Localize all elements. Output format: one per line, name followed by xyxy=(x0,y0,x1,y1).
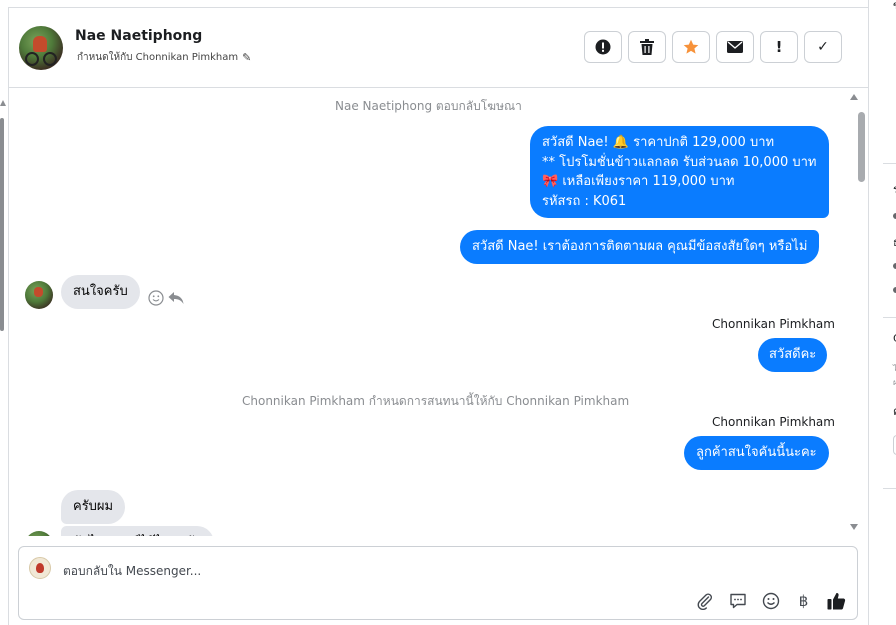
trash-icon xyxy=(640,39,654,55)
avatar-wheel-back xyxy=(43,52,57,66)
checkmark-icon: ✓ xyxy=(817,39,829,55)
paperclip-icon[interactable] xyxy=(694,590,715,611)
system-message: Chonnikan Pimkham กำหนดการสนทนานี้ให้กับ… xyxy=(242,394,630,408)
contact-avatar[interactable] xyxy=(19,26,63,70)
promo-line: รหัสรถ : K061 xyxy=(542,193,627,209)
contact-avatar-small[interactable] xyxy=(25,531,53,536)
delete-button[interactable] xyxy=(628,31,666,63)
alert-circle-icon xyxy=(595,39,611,55)
contact-details-panel: ข ร ธ C ไ ฝ ค xyxy=(868,0,896,625)
left-scroll-up-arrow-icon[interactable] xyxy=(0,100,6,106)
avatar-figure xyxy=(33,36,47,52)
assigned-to-label: กำหนดให้กับ Chonnikan Pimkham xyxy=(77,52,239,63)
envelope-icon xyxy=(727,41,743,53)
sender-name: Chonnikan Pimkham xyxy=(712,317,835,331)
assignment-row[interactable]: กำหนดให้กับ Chonnikan Pimkham ✎ xyxy=(77,50,251,65)
left-scroll-thumb[interactable] xyxy=(0,118,4,331)
conversation-panel: Nae Naetiphong กำหนดให้กับ Chonnikan Pim… xyxy=(8,8,869,625)
conversation-actions: ! ✓ xyxy=(584,31,842,63)
left-scrollbar[interactable] xyxy=(0,100,6,335)
star-button[interactable] xyxy=(672,31,710,63)
message-thread[interactable]: Nae Naetiphong ตอบกลับโฆษณา สวัสดี Nae! … xyxy=(9,89,869,536)
follow-up-button[interactable]: ! xyxy=(760,31,798,63)
reply-arrow-icon[interactable] xyxy=(168,290,184,306)
outgoing-message[interactable]: ลูกค้าสนใจคันนี้นะคะ xyxy=(684,436,829,470)
sender-name: Chonnikan Pimkham xyxy=(712,415,835,429)
star-icon xyxy=(683,39,699,54)
react-emoji-icon[interactable] xyxy=(148,290,164,306)
speech-bubble-icon[interactable] xyxy=(727,590,748,611)
outgoing-message[interactable]: สวัสดีคะ xyxy=(758,338,828,372)
incoming-message[interactable]: สนใจครับ xyxy=(61,275,140,309)
promo-line: สวัสดี Nae! 🔔 ราคาปกติ 129,000 บาท xyxy=(542,135,775,150)
emoji-icon[interactable] xyxy=(760,590,781,611)
contact-avatar-small[interactable] xyxy=(25,281,53,309)
incoming-message[interactable]: ครับผม xyxy=(61,490,126,524)
conversation-header: Nae Naetiphong กำหนดให้กับ Chonnikan Pim… xyxy=(9,8,869,88)
composer-input[interactable]: ตอบกลับใน Messenger... xyxy=(63,562,201,581)
mark-spam-button[interactable] xyxy=(584,31,622,63)
mark-done-button[interactable]: ✓ xyxy=(804,31,842,63)
message-composer[interactable]: ตอบกลับใน Messenger... ฿ xyxy=(18,546,858,620)
avatar-wheel-front xyxy=(25,52,39,66)
panel-divider xyxy=(883,163,896,164)
pencil-icon[interactable]: ✎ xyxy=(242,51,251,64)
scroll-down-arrow-icon[interactable] xyxy=(850,524,858,530)
promo-line: ** โปรโมชั่นข้าวแลกลด รับส่วนลด 10,000 บ… xyxy=(542,154,817,170)
baht-icon[interactable]: ฿ xyxy=(793,590,814,611)
scroll-up-arrow-icon[interactable] xyxy=(850,94,858,100)
thumbs-up-icon[interactable] xyxy=(826,590,847,611)
mark-unread-button[interactable] xyxy=(716,31,754,63)
composer-toolbar: ฿ xyxy=(694,590,847,611)
outgoing-message-promo[interactable]: สวัสดี Nae! 🔔 ราคาปกติ 129,000 บาท ** โป… xyxy=(530,126,829,218)
panel-divider xyxy=(883,317,896,318)
contact-name[interactable]: Nae Naetiphong xyxy=(75,28,202,44)
page-avatar xyxy=(29,557,51,579)
outgoing-message[interactable]: สวัสดี Nae! เราต้องการติดตามผล คุณมีข้อส… xyxy=(460,230,820,264)
incoming-message[interactable]: จัดไฟแนนซ์ได้ไหมครับ xyxy=(61,526,215,536)
avatar-figure xyxy=(34,287,43,297)
inbox-window: Nae Naetiphong กำหนดให้กับ Chonnikan Pim… xyxy=(0,0,896,625)
message-reactions xyxy=(148,290,184,306)
promo-line: 🎀 เหลือเพียงราคา 119,000 บาท xyxy=(542,174,735,189)
exclamation-icon: ! xyxy=(775,38,783,56)
thread-scroll-thumb[interactable] xyxy=(858,112,865,182)
system-message: Nae Naetiphong ตอบกลับโฆษณา xyxy=(335,99,522,113)
panel-divider xyxy=(883,488,896,489)
